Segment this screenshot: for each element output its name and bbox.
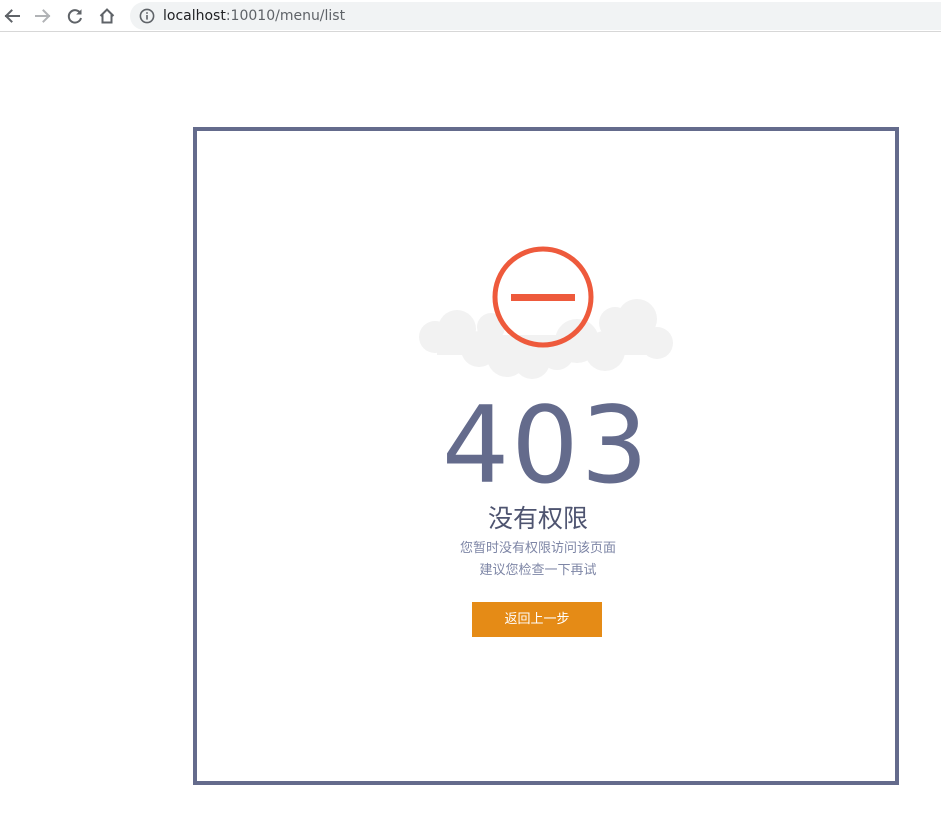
arrow-left-icon xyxy=(4,9,20,23)
error-title: 没有权限 xyxy=(487,504,588,533)
reload-button[interactable] xyxy=(63,4,87,28)
error-description-line2: 建议您检查一下再试 xyxy=(479,563,597,578)
reload-icon xyxy=(67,9,82,24)
url-path: :10010/menu/list xyxy=(225,8,346,24)
home-button[interactable] xyxy=(95,4,119,28)
home-icon xyxy=(99,8,115,24)
error-frame: 403 没有权限 您暂时没有权限访问该页面 建议您检查一下再试 返回上一步 xyxy=(193,127,899,785)
url-host: localhost xyxy=(163,8,226,24)
info-icon[interactable] xyxy=(139,8,155,24)
back-button[interactable] xyxy=(0,4,24,28)
url-text[interactable]: localhost:10010/menu/list xyxy=(163,7,345,25)
forward-button[interactable] xyxy=(31,4,55,28)
browser-toolbar: localhost:10010/menu/list xyxy=(0,0,941,32)
no-entry-icon xyxy=(419,246,673,379)
cloud-graphic xyxy=(419,299,673,379)
error-code: 403 xyxy=(441,384,651,507)
go-back-button[interactable]: 返回上一步 xyxy=(472,602,602,637)
arrow-right-icon xyxy=(35,9,51,23)
address-bar[interactable]: localhost:10010/menu/list xyxy=(130,2,941,30)
error-description-line1: 您暂时没有权限访问该页面 xyxy=(459,541,616,556)
